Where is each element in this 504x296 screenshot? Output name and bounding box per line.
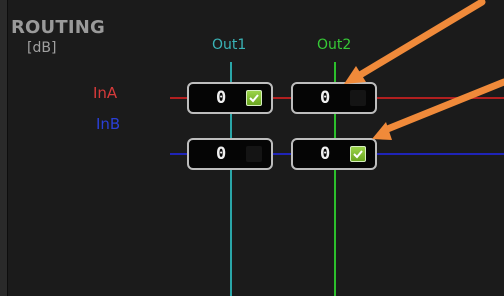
arrow-annotation: [344, 0, 504, 140]
routing-panel: ROUTING [dB] Out1 Out2 InA InB 0 0 0 0: [0, 0, 504, 296]
